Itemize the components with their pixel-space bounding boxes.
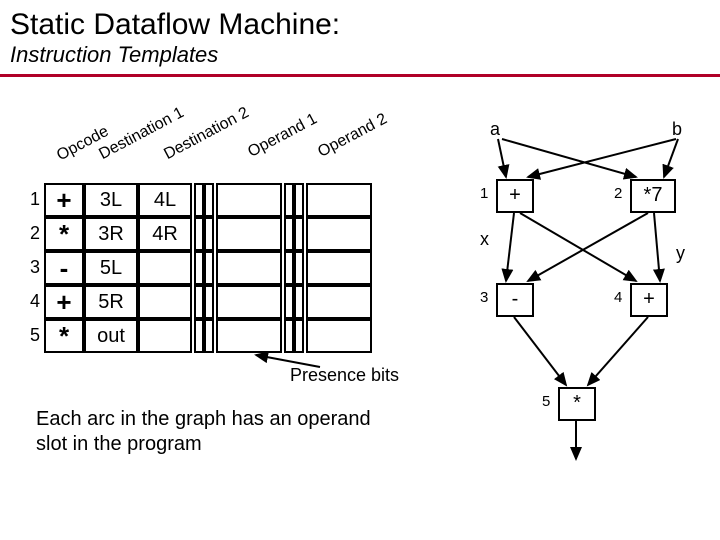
presence-bit	[294, 251, 304, 285]
graph-node-3: -	[496, 283, 534, 317]
presence-bit	[194, 319, 204, 353]
presence-bit	[284, 183, 294, 217]
cell-op1	[216, 285, 282, 319]
presence-bit	[194, 183, 204, 217]
presence-bit	[284, 319, 294, 353]
presence-bit	[204, 251, 214, 285]
presence-bit	[284, 251, 294, 285]
row-num: 4	[22, 291, 40, 312]
cell-opcode: +	[44, 285, 84, 319]
presence-bit	[204, 217, 214, 251]
graph-node-5: *	[558, 387, 596, 421]
cell-opcode: *	[44, 217, 84, 251]
cell-op1	[216, 183, 282, 217]
graph-input-b: b	[672, 119, 682, 140]
presence-bit	[284, 285, 294, 319]
presence-bit	[194, 251, 204, 285]
cell-op1	[216, 217, 282, 251]
hdr-op2: Operand 2	[315, 110, 390, 161]
cell-dest1: 5L	[84, 251, 138, 285]
cell-opcode: +	[44, 183, 84, 217]
presence-bit	[204, 183, 214, 217]
cell-op2	[306, 319, 372, 353]
cell-opcode: *	[44, 319, 84, 353]
row-num: 1	[22, 189, 40, 210]
cell-op2	[306, 251, 372, 285]
node-id: 2	[614, 185, 622, 202]
cell-dest2	[138, 319, 192, 353]
node-id: 5	[542, 393, 550, 410]
cell-dest1: out	[84, 319, 138, 353]
hdr-op1: Operand 1	[245, 110, 320, 161]
presence-bit	[194, 217, 204, 251]
node-id: 4	[614, 289, 622, 306]
graph-node-2: *7	[630, 179, 676, 213]
graph-input-a: a	[490, 119, 500, 140]
presence-bit	[284, 217, 294, 251]
caption: Each arc in the graph has an operand slo…	[36, 407, 396, 457]
cell-dest1: 5R	[84, 285, 138, 319]
presence-bit	[204, 285, 214, 319]
presence-bit	[204, 319, 214, 353]
cell-op2	[306, 183, 372, 217]
cell-dest2	[138, 251, 192, 285]
row-num: 2	[22, 223, 40, 244]
cell-op2	[306, 217, 372, 251]
presence-bit	[294, 285, 304, 319]
page-title: Static Dataflow Machine:	[0, 0, 720, 42]
graph-node-1: +	[496, 179, 534, 213]
cell-dest2: 4R	[138, 217, 192, 251]
cell-dest2	[138, 285, 192, 319]
slide-body: Opcode Destination 1 Destination 2 Opera…	[0, 77, 720, 527]
presence-bit	[294, 183, 304, 217]
node-id: 3	[480, 289, 488, 306]
presence-bit	[294, 319, 304, 353]
cell-opcode: -	[44, 251, 84, 285]
graph-input-x: x	[480, 229, 489, 250]
cell-dest1: 3L	[84, 183, 138, 217]
cell-dest2: 4L	[138, 183, 192, 217]
graph-input-y: y	[676, 243, 685, 264]
row-num: 5	[22, 325, 40, 346]
graph-node-4: +	[630, 283, 668, 317]
page-subtitle: Instruction Templates	[0, 42, 720, 72]
row-num: 3	[22, 257, 40, 278]
cell-op1	[216, 319, 282, 353]
node-id: 1	[480, 185, 488, 202]
cell-op1	[216, 251, 282, 285]
cell-dest1: 3R	[84, 217, 138, 251]
presence-bits-label: Presence bits	[290, 365, 399, 386]
presence-bit	[294, 217, 304, 251]
cell-op2	[306, 285, 372, 319]
presence-bit	[194, 285, 204, 319]
